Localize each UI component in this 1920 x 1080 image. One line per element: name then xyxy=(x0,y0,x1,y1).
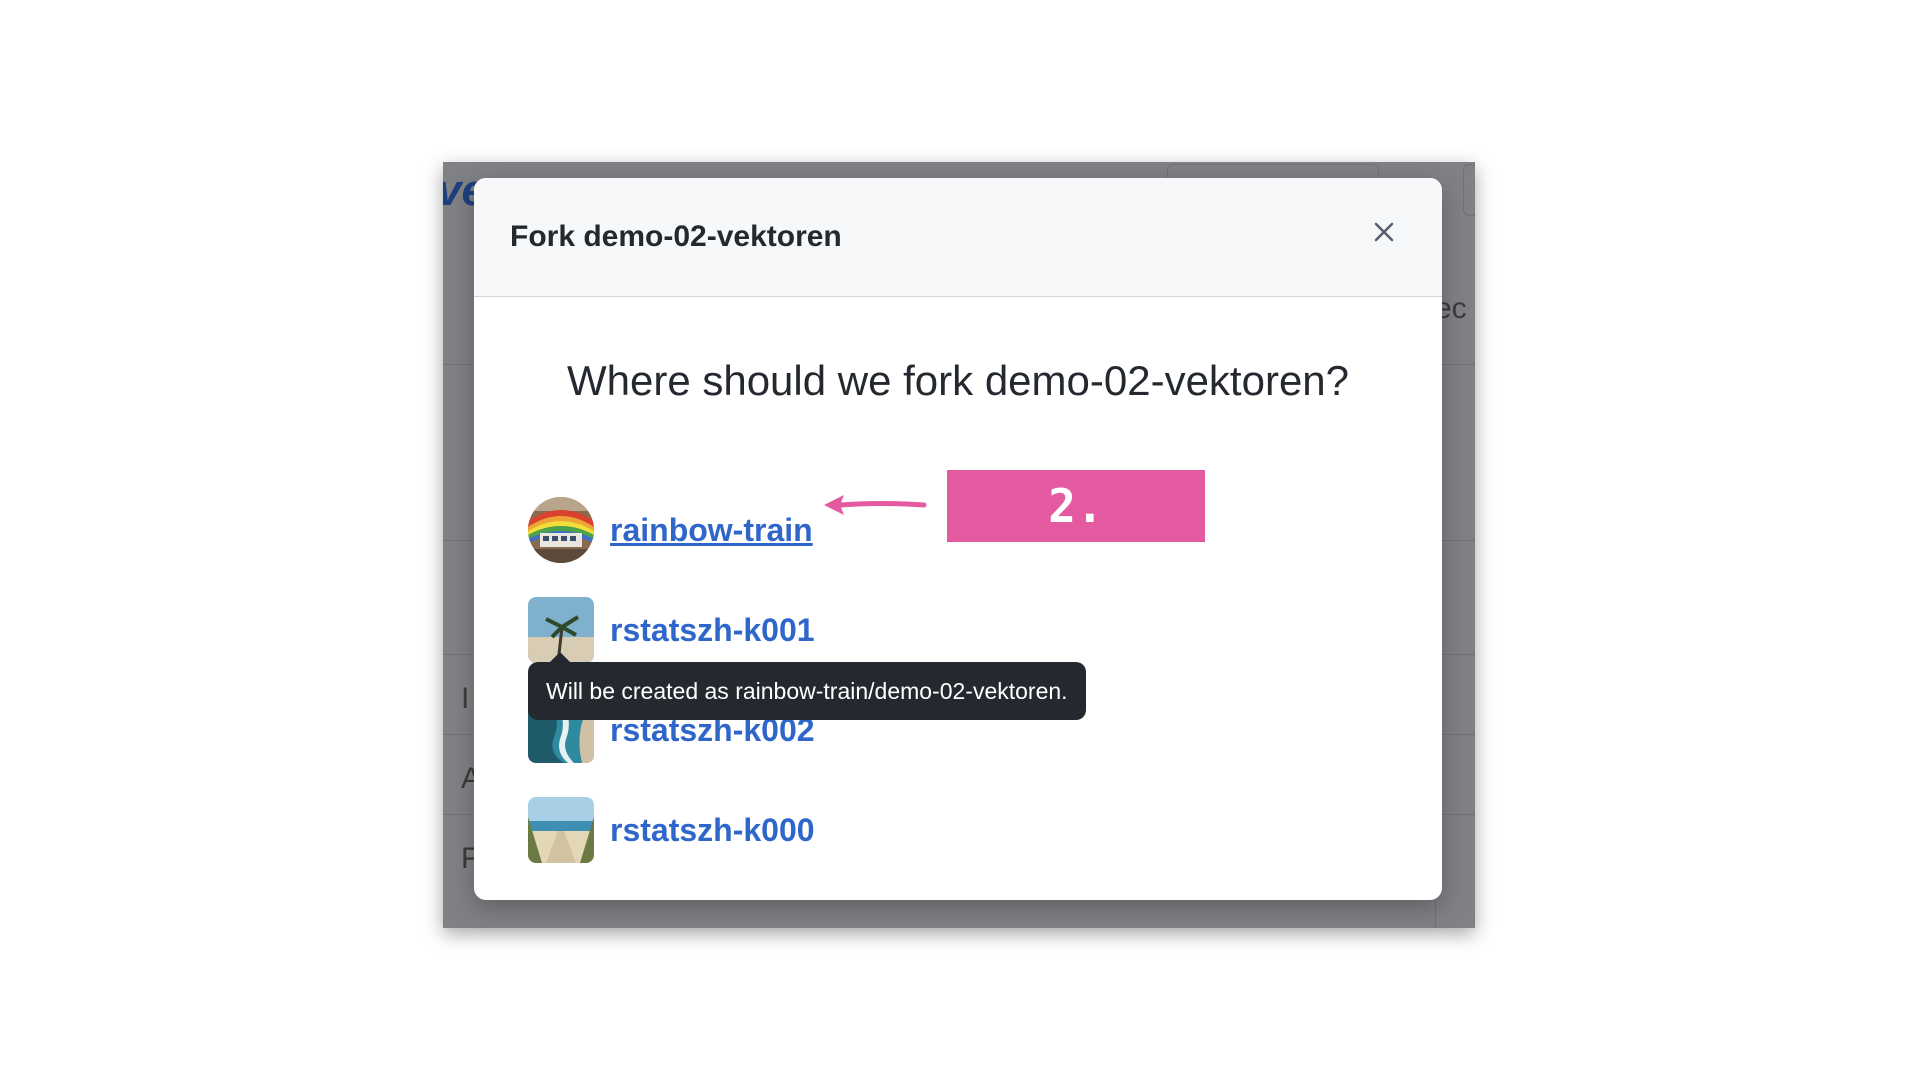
dialog-header: Fork demo-02-vektoren xyxy=(474,178,1442,297)
beach-path-avatar xyxy=(528,797,594,863)
background-text-fragment: I xyxy=(461,682,470,715)
owner-option[interactable]: rstatszh-k000 xyxy=(528,797,815,863)
rainbow-train-avatar xyxy=(528,497,594,563)
arrow-left-icon xyxy=(824,495,927,515)
dialog-question: Where should we fork demo-02-vektoren? xyxy=(566,357,1350,404)
owner-option[interactable]: rstatszh-k001 xyxy=(528,597,815,663)
close-button[interactable] xyxy=(1366,214,1402,250)
owner-tooltip: Will be created as rainbow-train/demo-02… xyxy=(528,652,1086,720)
owner-option[interactable]: rainbow-train xyxy=(528,497,813,563)
owner-link-rainbow-train[interactable]: rainbow-train xyxy=(610,512,813,549)
step-annotation: 2. Schritt xyxy=(947,470,1205,605)
background-button xyxy=(1463,164,1475,216)
owner-link-rstatszh-k000[interactable]: rstatszh-k000 xyxy=(610,812,815,849)
owner-link-rstatszh-k001[interactable]: rstatszh-k001 xyxy=(610,612,815,649)
dialog-title: Fork demo-02-vektoren xyxy=(510,220,842,253)
close-icon xyxy=(1374,222,1394,242)
